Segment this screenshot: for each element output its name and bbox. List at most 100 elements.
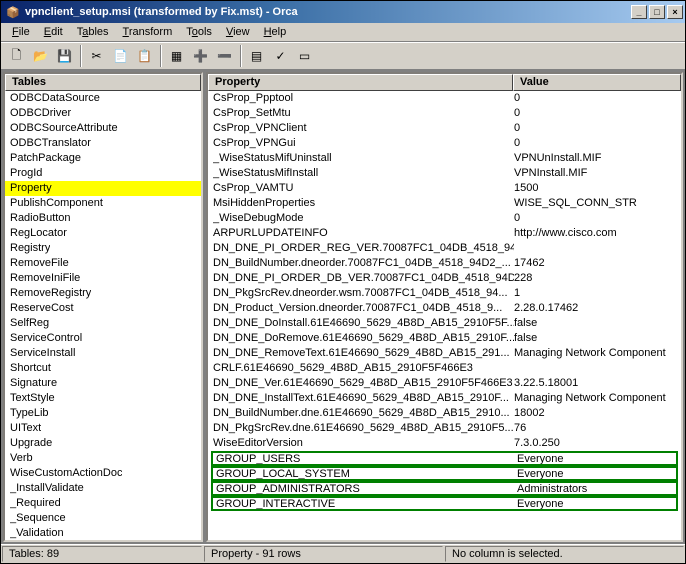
- table-row[interactable]: WiseCustomActionDoc: [5, 466, 201, 481]
- property-row[interactable]: DN_DNE_PI_ORDER_REG_VER.70087FC1_04DB_45…: [208, 241, 681, 256]
- value-cell: [514, 241, 681, 256]
- table-name: ReserveCost: [10, 301, 74, 316]
- window-buttons: _ □ ×: [629, 5, 683, 19]
- table-row[interactable]: RemoveIniFile: [5, 271, 201, 286]
- property-row[interactable]: DN_DNE_InstallText.61E46690_5629_4B8D_AB…: [208, 391, 681, 406]
- property-cell: DN_DNE_PI_ORDER_REG_VER.70087FC1_04DB_45…: [213, 241, 514, 256]
- export-icon[interactable]: ▤: [245, 45, 268, 67]
- property-row[interactable]: DN_DNE_RemoveText.61E46690_5629_4B8D_AB1…: [208, 346, 681, 361]
- property-cell: DN_DNE_Ver.61E46690_5629_4B8D_AB15_2910F…: [213, 376, 514, 391]
- table-row[interactable]: ServiceInstall: [5, 346, 201, 361]
- table-row[interactable]: SelfReg: [5, 316, 201, 331]
- status-selection: No column is selected.: [445, 546, 684, 562]
- new-icon[interactable]: 🗋: [5, 45, 28, 67]
- table-row[interactable]: Property: [5, 181, 201, 196]
- tables-panel: Tables ODBCDataSourceODBCDriverODBCSourc…: [3, 72, 203, 542]
- property-row[interactable]: MsiHiddenPropertiesWISE_SQL_CONN_STR: [208, 196, 681, 211]
- table-row[interactable]: UIText: [5, 421, 201, 436]
- validate-icon[interactable]: ✓: [269, 45, 292, 67]
- property-row[interactable]: DN_PkgSrcRev.dne.61E46690_5629_4B8D_AB15…: [208, 421, 681, 436]
- table-name: RemoveIniFile: [10, 271, 80, 286]
- table-row[interactable]: RegLocator: [5, 226, 201, 241]
- property-row[interactable]: GROUP_INTERACTIVEEveryone: [211, 496, 678, 511]
- table-row[interactable]: _Required: [5, 496, 201, 511]
- property-row[interactable]: CsProp_VAMTU1500: [208, 181, 681, 196]
- delete-row-icon[interactable]: ➖: [213, 45, 236, 67]
- property-cell: DN_DNE_RemoveText.61E46690_5629_4B8D_AB1…: [213, 346, 514, 361]
- table-row[interactable]: ODBCDriver: [5, 106, 201, 121]
- table-row[interactable]: TextStyle: [5, 391, 201, 406]
- menu-file[interactable]: File: [5, 24, 37, 40]
- table-row[interactable]: ODBCDataSource: [5, 91, 201, 106]
- maximize-button[interactable]: □: [649, 5, 665, 19]
- property-row[interactable]: GROUP_LOCAL_SYSTEMEveryone: [211, 466, 678, 481]
- table-row[interactable]: PatchPackage: [5, 151, 201, 166]
- table-row[interactable]: RemoveRegistry: [5, 286, 201, 301]
- property-row[interactable]: CsProp_Ppptool0: [208, 91, 681, 106]
- table-row[interactable]: ReserveCost: [5, 301, 201, 316]
- property-row[interactable]: _WiseStatusMifInstallVPNInstall.MIF: [208, 166, 681, 181]
- property-row[interactable]: GROUP_USERSEveryone: [211, 451, 678, 466]
- property-cell: DN_DNE_DoInstall.61E46690_5629_4B8D_AB15…: [213, 316, 514, 331]
- property-row[interactable]: _WiseDebugMode0: [208, 211, 681, 226]
- copy-icon[interactable]: 📄: [109, 45, 132, 67]
- table-row[interactable]: ProgId: [5, 166, 201, 181]
- table-row[interactable]: PublishComponent: [5, 196, 201, 211]
- table-row[interactable]: RemoveFile: [5, 256, 201, 271]
- toolbar-separator: [240, 45, 242, 67]
- table-row[interactable]: Upgrade: [5, 436, 201, 451]
- value-cell: VPNInstall.MIF: [514, 166, 681, 181]
- close-button[interactable]: ×: [667, 5, 683, 19]
- table-row[interactable]: RadioButton: [5, 211, 201, 226]
- minimize-button[interactable]: _: [631, 5, 647, 19]
- property-row[interactable]: DN_DNE_DoRemove.61E46690_5629_4B8D_AB15_…: [208, 331, 681, 346]
- property-row[interactable]: DN_BuildNumber.dne.61E46690_5629_4B8D_AB…: [208, 406, 681, 421]
- value-column-header[interactable]: Value: [513, 74, 681, 91]
- property-row[interactable]: DN_DNE_DoInstall.61E46690_5629_4B8D_AB15…: [208, 316, 681, 331]
- property-row[interactable]: DN_BuildNumber.dneorder.70087FC1_04DB_45…: [208, 256, 681, 271]
- table-row[interactable]: Verb: [5, 451, 201, 466]
- table-name: Signature: [10, 376, 57, 391]
- property-row[interactable]: ARPURLUPDATEINFOhttp://www.cisco.com: [208, 226, 681, 241]
- table-row[interactable]: TypeLib: [5, 406, 201, 421]
- property-row[interactable]: GROUP_ADMINISTRATORSAdministrators: [211, 481, 678, 496]
- dialog-icon[interactable]: ▭: [293, 45, 316, 67]
- property-row[interactable]: WiseEditorVersion7.3.0.250: [208, 436, 681, 451]
- table-row[interactable]: ODBCSourceAttribute: [5, 121, 201, 136]
- menu-tools[interactable]: Tools: [179, 24, 219, 40]
- table-row[interactable]: Signature: [5, 376, 201, 391]
- table-row[interactable]: ODBCTranslator: [5, 136, 201, 151]
- table-row[interactable]: _InstallValidate: [5, 481, 201, 496]
- tables-list[interactable]: ODBCDataSourceODBCDriverODBCSourceAttrib…: [5, 91, 201, 540]
- property-row[interactable]: _WiseStatusMifUninstallVPNUnInstall.MIF: [208, 151, 681, 166]
- property-row[interactable]: CsProp_VPNGui0: [208, 136, 681, 151]
- table-row[interactable]: _Sequence: [5, 511, 201, 526]
- menu-tables[interactable]: Tables: [70, 24, 116, 40]
- property-row[interactable]: DN_PkgSrcRev.dneorder.wsm.70087FC1_04DB_…: [208, 286, 681, 301]
- menu-transform[interactable]: Transform: [116, 24, 180, 40]
- menu-help[interactable]: Help: [257, 24, 294, 40]
- paste-icon[interactable]: 📋: [133, 45, 156, 67]
- status-tables-count: Tables: 89: [2, 546, 202, 562]
- property-row[interactable]: CsProp_SetMtu0: [208, 106, 681, 121]
- menu-edit[interactable]: Edit: [37, 24, 70, 40]
- property-column-header[interactable]: Property: [208, 74, 513, 91]
- cut-icon[interactable]: ✂: [85, 45, 108, 67]
- property-row[interactable]: CsProp_VPNClient0: [208, 121, 681, 136]
- property-row[interactable]: DN_DNE_PI_ORDER_DB_VER.70087FC1_04DB_451…: [208, 271, 681, 286]
- table-name: ProgId: [10, 166, 42, 181]
- new-table-icon[interactable]: ▦: [165, 45, 188, 67]
- save-icon[interactable]: 💾: [53, 45, 76, 67]
- table-row[interactable]: Shortcut: [5, 361, 201, 376]
- property-row[interactable]: DN_DNE_Ver.61E46690_5629_4B8D_AB15_2910F…: [208, 376, 681, 391]
- menu-view[interactable]: View: [219, 24, 257, 40]
- table-row[interactable]: ServiceControl: [5, 331, 201, 346]
- add-row-icon[interactable]: ➕: [189, 45, 212, 67]
- table-row[interactable]: _Validation: [5, 526, 201, 540]
- table-row[interactable]: Registry: [5, 241, 201, 256]
- tables-column-header[interactable]: Tables: [5, 74, 201, 91]
- property-row[interactable]: CRLF.61E46690_5629_4B8D_AB15_2910F5F466E…: [208, 361, 681, 376]
- property-list[interactable]: CsProp_Ppptool0CsProp_SetMtu0CsProp_VPNC…: [208, 91, 681, 540]
- property-row[interactable]: DN_Product_Version.dneorder.70087FC1_04D…: [208, 301, 681, 316]
- open-icon[interactable]: 📂: [29, 45, 52, 67]
